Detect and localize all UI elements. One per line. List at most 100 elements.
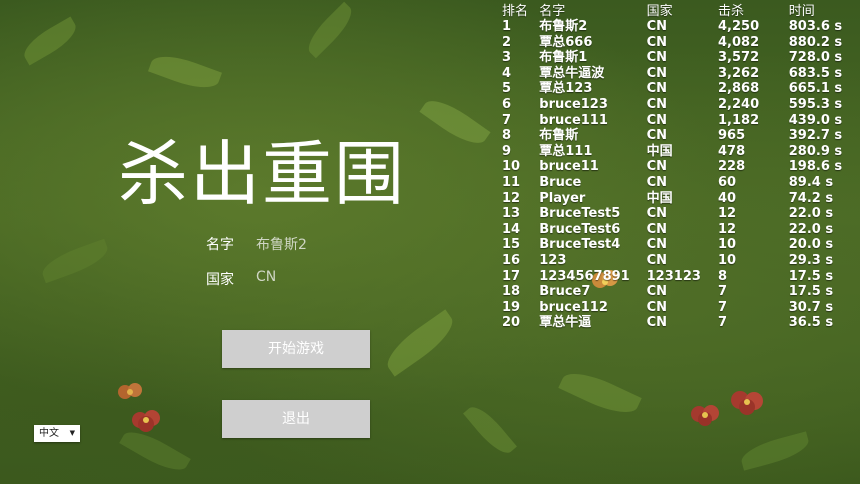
country-cell: CN bbox=[646, 284, 668, 300]
table-row: 8 布鲁斯 CN 965 392.7 s bbox=[500, 128, 860, 144]
table-row: 14 BruceTest6 CN 12 22.0 s bbox=[500, 222, 860, 238]
player-name-cell: 布鲁斯 bbox=[539, 128, 579, 144]
time-cell: 20.0 s bbox=[788, 237, 834, 253]
kills-cell: 12 bbox=[718, 221, 737, 237]
kills-cell: 1,182 bbox=[718, 112, 760, 128]
table-row: 5 覃总123 CN 2,868 665.1 s bbox=[500, 81, 860, 97]
flower-decoration bbox=[118, 383, 160, 432]
time-cell: 36.5 s bbox=[788, 315, 834, 331]
name-field[interactable]: 布鲁斯2 bbox=[256, 234, 307, 254]
country-cell: CN bbox=[646, 81, 668, 97]
kills-cell: 2,240 bbox=[718, 96, 760, 112]
kills-cell: 60 bbox=[718, 174, 737, 190]
player-name-cell: 覃总牛逼 bbox=[539, 315, 592, 331]
kills-cell: 2,868 bbox=[718, 81, 760, 97]
language-select[interactable]: 中文 ▼ bbox=[34, 425, 80, 442]
rank-cell: 16 bbox=[502, 252, 521, 268]
rank-cell: 14 bbox=[502, 221, 521, 237]
kills-cell: 965 bbox=[718, 128, 746, 144]
rank-cell: 12 bbox=[502, 190, 521, 206]
time-cell: 665.1 s bbox=[788, 81, 843, 97]
rank-cell: 1 bbox=[502, 19, 512, 34]
rank-cell: 2 bbox=[502, 34, 512, 50]
country-cell: CN bbox=[646, 206, 668, 222]
time-cell: 683.5 s bbox=[788, 65, 843, 81]
rank-cell: 6 bbox=[502, 96, 512, 112]
rank-cell: 7 bbox=[502, 112, 512, 128]
country-field[interactable]: CN bbox=[256, 269, 276, 285]
rank-cell: 8 bbox=[502, 128, 512, 144]
rank-cell: 19 bbox=[502, 299, 521, 315]
time-cell: 30.7 s bbox=[788, 299, 834, 315]
kills-cell: 4,082 bbox=[718, 34, 760, 50]
time-cell: 880.2 s bbox=[788, 34, 843, 50]
table-row: 20 覃总牛逼 CN 7 36.5 s bbox=[500, 315, 860, 331]
country-cell: CN bbox=[646, 299, 668, 315]
country-label: 国家 bbox=[206, 272, 234, 288]
rank-cell: 3 bbox=[502, 50, 512, 66]
name-label: 名字 bbox=[206, 237, 234, 253]
table-row: 13 BruceTest5 CN 12 22.0 s bbox=[500, 206, 860, 222]
country-cell: CN bbox=[646, 315, 668, 331]
time-cell: 198.6 s bbox=[788, 159, 843, 175]
rank-cell: 11 bbox=[502, 174, 521, 190]
time-cell: 439.0 s bbox=[788, 112, 843, 128]
rank-cell: 5 bbox=[502, 81, 512, 97]
player-name-cell: bruce11 bbox=[539, 159, 599, 175]
player-name-cell: Bruce bbox=[539, 174, 582, 190]
language-selected-value: 中文 bbox=[39, 428, 59, 439]
country-cell: CN bbox=[646, 19, 668, 34]
table-row: 10 bruce11 CN 228 198.6 s bbox=[500, 159, 860, 175]
time-cell: 728.0 s bbox=[788, 50, 843, 66]
player-name-cell: 覃总666 bbox=[539, 34, 593, 50]
player-name-cell: 布鲁斯2 bbox=[539, 19, 588, 34]
player-name-cell: BruceTest5 bbox=[539, 206, 621, 222]
player-name-cell: bruce111 bbox=[539, 112, 608, 128]
player-name-cell: bruce123 bbox=[539, 96, 608, 112]
table-row: 1 布鲁斯2 CN 4,250 803.6 s bbox=[500, 19, 860, 35]
player-name-cell: Bruce7 bbox=[539, 284, 591, 300]
table-row: 4 覃总牛逼波 CN 3,262 683.5 s bbox=[500, 66, 860, 82]
kills-cell: 10 bbox=[718, 237, 737, 253]
kills-cell: 478 bbox=[718, 143, 746, 159]
time-cell: 392.7 s bbox=[788, 128, 843, 144]
exit-button[interactable]: 退出 bbox=[222, 400, 370, 438]
country-cell: CN bbox=[646, 96, 668, 112]
header-country: 国家 bbox=[646, 4, 673, 19]
country-cell: CN bbox=[646, 112, 668, 128]
kills-cell: 228 bbox=[718, 159, 746, 175]
leaderboard-header-row: 排名 名字 国家 击杀 时间 bbox=[500, 0, 860, 19]
kills-cell: 3,262 bbox=[718, 65, 760, 81]
table-row: 17 1234567891 123123 8 17.5 s bbox=[500, 269, 860, 285]
header-time: 时间 bbox=[788, 4, 815, 19]
player-name-cell: 布鲁斯1 bbox=[539, 50, 588, 66]
player-name-cell: Player bbox=[539, 190, 586, 206]
kills-cell: 7 bbox=[718, 299, 728, 315]
kills-cell: 12 bbox=[718, 206, 737, 222]
rank-cell: 10 bbox=[502, 159, 521, 175]
time-cell: 89.4 s bbox=[788, 174, 834, 190]
kills-cell: 10 bbox=[718, 252, 737, 268]
time-cell: 22.0 s bbox=[788, 206, 834, 222]
table-row: 19 bruce112 CN 7 30.7 s bbox=[500, 300, 860, 316]
country-cell: 中国 bbox=[646, 190, 673, 206]
start-game-button[interactable]: 开始游戏 bbox=[222, 330, 370, 368]
rank-cell: 17 bbox=[502, 268, 521, 284]
kills-cell: 4,250 bbox=[718, 19, 760, 34]
header-name: 名字 bbox=[539, 4, 566, 19]
player-name-cell: 123 bbox=[539, 252, 567, 268]
time-cell: 17.5 s bbox=[788, 284, 834, 300]
country-cell: 中国 bbox=[646, 143, 673, 159]
country-cell: CN bbox=[646, 252, 668, 268]
table-row: 2 覃总666 CN 4,082 880.2 s bbox=[500, 35, 860, 51]
time-cell: 29.3 s bbox=[788, 252, 834, 268]
country-cell: CN bbox=[646, 221, 668, 237]
player-name-cell: 覃总牛逼波 bbox=[539, 65, 605, 81]
table-row: 18 Bruce7 CN 7 17.5 s bbox=[500, 284, 860, 300]
rank-cell: 20 bbox=[502, 315, 521, 331]
player-name-cell: 1234567891 bbox=[539, 268, 630, 284]
country-cell: CN bbox=[646, 50, 668, 66]
time-cell: 280.9 s bbox=[788, 143, 843, 159]
player-name-cell: bruce112 bbox=[539, 299, 608, 315]
table-row: 11 Bruce CN 60 89.4 s bbox=[500, 175, 860, 191]
